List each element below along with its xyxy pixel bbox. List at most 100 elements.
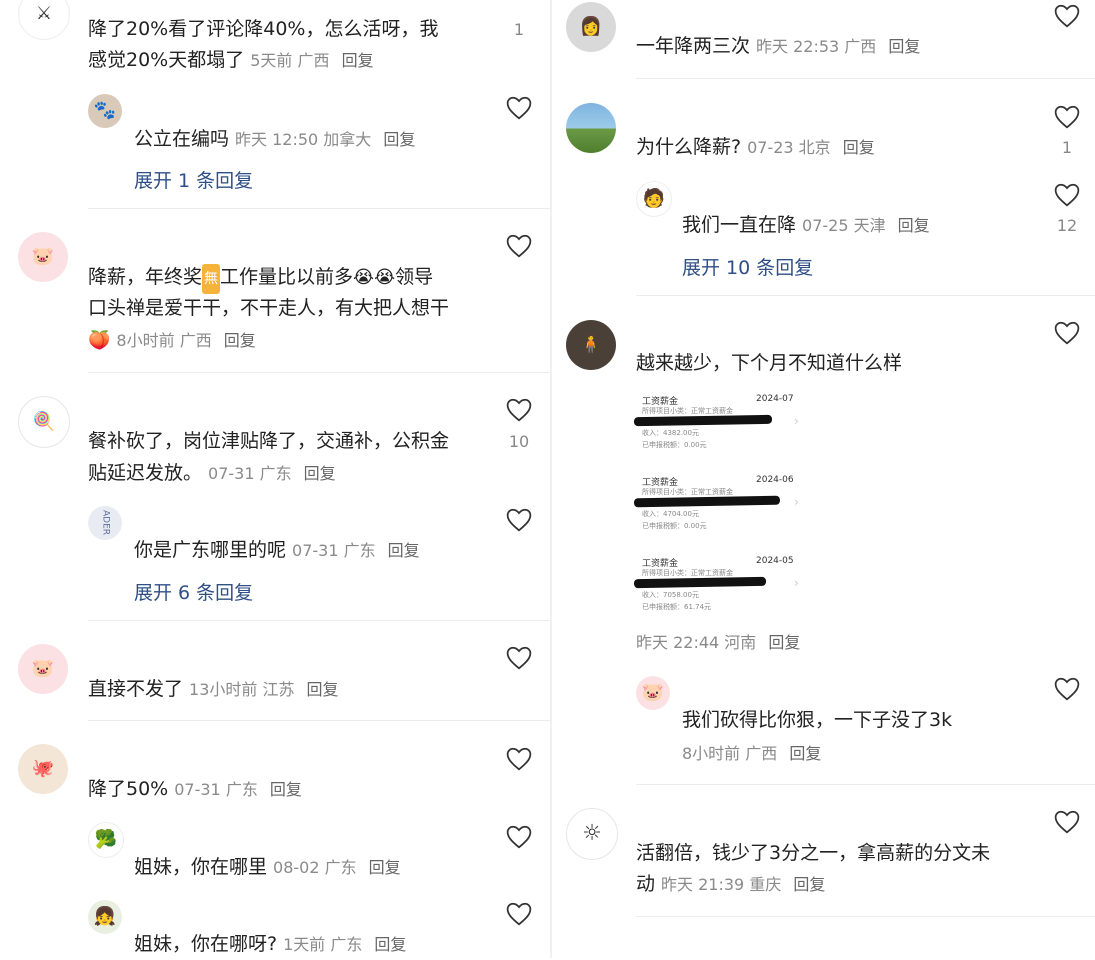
reply-text: 姐妹，你在哪呀? 1天前 广东 回复 [134, 933, 407, 955]
redaction-bar [633, 576, 767, 589]
slip-date: 2024-07 [756, 394, 794, 404]
comment-meta: 08-02 广东 [273, 858, 357, 877]
slip-tax: 已申报税额：61.74元 [642, 603, 712, 611]
comment-meta: 昨天 22:53 广西 [756, 37, 877, 56]
avatar[interactable]: 🐾 [88, 94, 122, 128]
separator [88, 720, 550, 721]
slip-date: 2024-06 [756, 475, 794, 485]
chevron-right-icon: › [794, 576, 799, 590]
payslip-image[interactable]: 工资薪金 2024-05 所得项目小类：正常工资薪金 收入：7058.00元 已… [633, 554, 804, 620]
like-heart-icon[interactable] [1054, 321, 1080, 345]
avatar[interactable]: 🐷 [18, 232, 68, 282]
comment-text: 降了20%看了评论降40%，怎么活呀，我 [88, 18, 439, 40]
comment-text: 🍑 8小时前 广西 回复 [88, 325, 256, 356]
like-heart-icon[interactable] [506, 747, 532, 771]
avatar[interactable]: 🐷 [636, 676, 670, 710]
separator [636, 78, 1095, 79]
redaction-bar [633, 495, 781, 508]
comment-meta: 8小时前 广西 [682, 744, 778, 763]
expand-replies-button[interactable]: 展开 6 条回复 [134, 578, 253, 605]
like-count: 1 [1061, 138, 1073, 157]
like-heart-icon[interactable] [506, 902, 532, 926]
avatar[interactable]: 👧 [88, 900, 122, 934]
avatar[interactable]: 🍭 [18, 396, 70, 448]
reply-text: 姐妹，你在哪里 08-02 广东 回复 [134, 856, 401, 878]
avatar[interactable]: 👩 [566, 2, 616, 52]
slip-subtitle: 所得项目小类：正常工资薪金 [642, 569, 733, 577]
comment-meta: 昨天 21:39 重庆 [661, 875, 782, 894]
avatar[interactable]: 🥦 [88, 822, 124, 858]
avatar[interactable]: 🐷 [18, 644, 68, 694]
expand-replies-button[interactable]: 展开 10 条回复 [682, 253, 813, 280]
avatar[interactable]: 🧍 [566, 320, 616, 370]
comment-meta: 07-31 广东 [174, 780, 258, 799]
reply-button[interactable]: 回复 [369, 858, 401, 877]
payslip-image[interactable]: 工资薪金 2024-06 所得项目小类：正常工资薪金 收入：4704.00元 已… [633, 473, 804, 539]
slip-income: 收入：7058.00元 [642, 591, 699, 599]
reply-text: 我们砍得比你狠，一下子没了3k [682, 709, 953, 731]
like-heart-icon[interactable] [1054, 4, 1080, 28]
sun-avatar-icon[interactable]: ☼ [566, 808, 618, 860]
comment-meta: 07-31 广东 [208, 464, 292, 483]
emoji-icon: 無 [202, 264, 221, 294]
reply-button[interactable]: 回复 [304, 464, 336, 483]
chevron-right-icon: › [794, 414, 799, 428]
reply-button[interactable]: 回复 [789, 744, 821, 763]
like-count: 1 [513, 20, 525, 39]
comment-meta: 昨天 12:50 加拿大 [235, 130, 372, 149]
like-heart-icon[interactable] [1054, 810, 1080, 834]
reply-meta-line: 8小时前 广西 回复 [682, 738, 821, 769]
payslip-image[interactable]: 工资薪金 2024-07 所得项目小类：正常工资薪金 收入：4382.00元 已… [633, 392, 804, 458]
comment-text: 口头禅是爱干干，不干走人，有大把人想干 [88, 297, 450, 319]
comment-text: 贴延迟发放。 07-31 广东 回复 [88, 462, 336, 484]
like-count: 10 [508, 432, 530, 451]
separator [88, 620, 550, 621]
comment-text: 感觉20%天都塌了 5天前 广西 回复 [88, 49, 374, 71]
reply-button[interactable]: 回复 [793, 875, 825, 894]
comment-text: 一年降两三次 昨天 22:53 广西 回复 [636, 35, 921, 57]
reply-button[interactable]: 回复 [270, 780, 302, 799]
reply-button[interactable]: 回复 [843, 138, 875, 157]
reply-button[interactable]: 回复 [307, 680, 339, 699]
like-heart-icon[interactable] [1054, 677, 1080, 701]
reply-button[interactable]: 回复 [888, 37, 920, 56]
comment-text: 为什么降薪? 07-23 北京 回复 [636, 136, 875, 158]
avatar[interactable]: 🐙 [18, 744, 68, 794]
separator [88, 208, 550, 209]
reply-text: 公立在编吗 昨天 12:50 加拿大 回复 [134, 128, 416, 150]
comment-text: 降了50% 07-31 广东 回复 [88, 778, 302, 800]
reply-button[interactable]: 回复 [898, 216, 930, 235]
like-heart-icon[interactable] [506, 96, 532, 120]
comment-meta: 昨天 22:44 河南 [636, 633, 757, 652]
separator [636, 295, 1095, 296]
avatar[interactable]: ADER [88, 506, 122, 540]
avatar[interactable] [566, 103, 616, 153]
comment-meta: 13小时前 江苏 [189, 680, 295, 699]
comment-meta: 07-31 广东 [292, 541, 376, 560]
avatar[interactable]: 🧑 [636, 181, 672, 217]
like-heart-icon[interactable] [506, 234, 532, 258]
slip-date: 2024-05 [756, 556, 794, 566]
reply-button[interactable]: 回复 [383, 130, 415, 149]
reply-button[interactable]: 回复 [768, 633, 800, 652]
slip-income: 收入：4704.00元 [642, 510, 699, 518]
like-heart-icon[interactable] [506, 398, 532, 422]
like-heart-icon[interactable] [506, 646, 532, 670]
expand-replies-button[interactable]: 展开 1 条回复 [134, 166, 253, 193]
crying-emoji-icon: 😭😭 [353, 267, 396, 288]
like-heart-icon[interactable] [506, 508, 532, 532]
separator [636, 784, 1095, 785]
like-heart-icon[interactable] [506, 825, 532, 849]
reply-button[interactable]: 回复 [374, 935, 406, 954]
reply-text: 我们一直在降 07-25 天津 回复 [682, 214, 930, 236]
reply-button[interactable]: 回复 [342, 51, 374, 70]
like-heart-icon[interactable] [1054, 105, 1080, 129]
like-heart-icon[interactable] [1054, 183, 1080, 207]
slip-tax: 已申报税额：0.00元 [642, 441, 707, 449]
reply-button[interactable]: 回复 [224, 331, 256, 350]
separator [636, 916, 1095, 917]
reply-button[interactable]: 回复 [388, 541, 420, 560]
chevron-right-icon: › [794, 495, 799, 509]
comment-meta-line: 昨天 22:44 河南 回复 [636, 627, 800, 658]
comment-text: 降薪，年终奖無工作量比以前多😭😭领导 [88, 262, 433, 294]
